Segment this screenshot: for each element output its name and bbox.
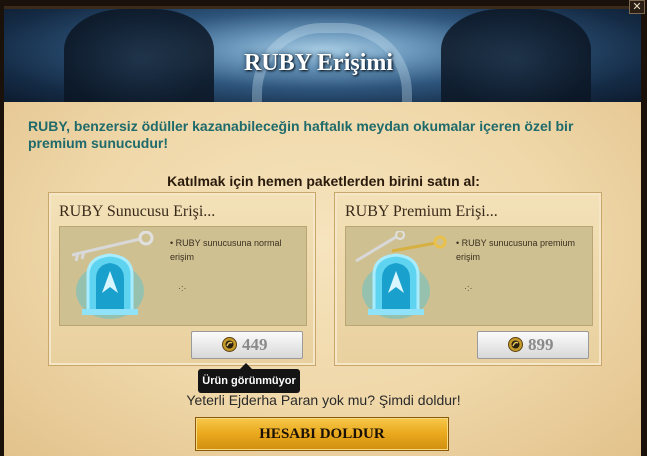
package-description: • RUBY sunucusuna normal erişim (170, 238, 282, 262)
refill-account-button[interactable]: HESABI DOLDUR (195, 417, 449, 451)
dialog-title: RUBY Erişimi (243, 50, 394, 76)
buy-button-normal[interactable]: 449 (191, 331, 303, 359)
close-button[interactable]: ✕ (629, 0, 645, 14)
portal-key-image (71, 231, 154, 319)
package-body: • RUBY sunucusuna premium erişim ·:· (345, 226, 593, 326)
dragon-coin-icon (222, 337, 237, 352)
portal-key-image (355, 231, 447, 319)
refill-prompt: Yeterli Ejderha Paran yok mu? Şimdi dold… (186, 392, 461, 408)
package-separator: ·:· (464, 283, 473, 293)
price-label: 449 (242, 335, 268, 354)
package-body: • RUBY sunucusuna normal erişim ·:· (59, 226, 307, 326)
tooltip: Ürün görünmüyor (198, 369, 300, 393)
portal-icon (362, 253, 430, 319)
package-card-normal: RUBY Sunucusu Erişi... • RUBY sunucusuna… (48, 192, 316, 366)
purchase-heading: Katılmak için hemen paketlerden birini s… (167, 173, 480, 189)
package-title: RUBY Sunucusu Erişi... (59, 203, 216, 220)
portal-icon (76, 253, 144, 319)
price-label: 899 (528, 335, 554, 354)
package-card-premium: RUBY Premium Erişi... • RUBY sunucusuna … (334, 192, 602, 366)
package-title: RUBY Premium Erişi... (345, 203, 498, 220)
buy-button-premium[interactable]: 899 (477, 331, 589, 359)
package-description: • RUBY sunucusuna premium erişim (456, 238, 576, 262)
package-separator: ·:· (178, 283, 187, 293)
intro-text: RUBY, benzersiz ödüller kazanabileceğin … (28, 118, 574, 151)
dragon-coin-icon (508, 337, 523, 352)
